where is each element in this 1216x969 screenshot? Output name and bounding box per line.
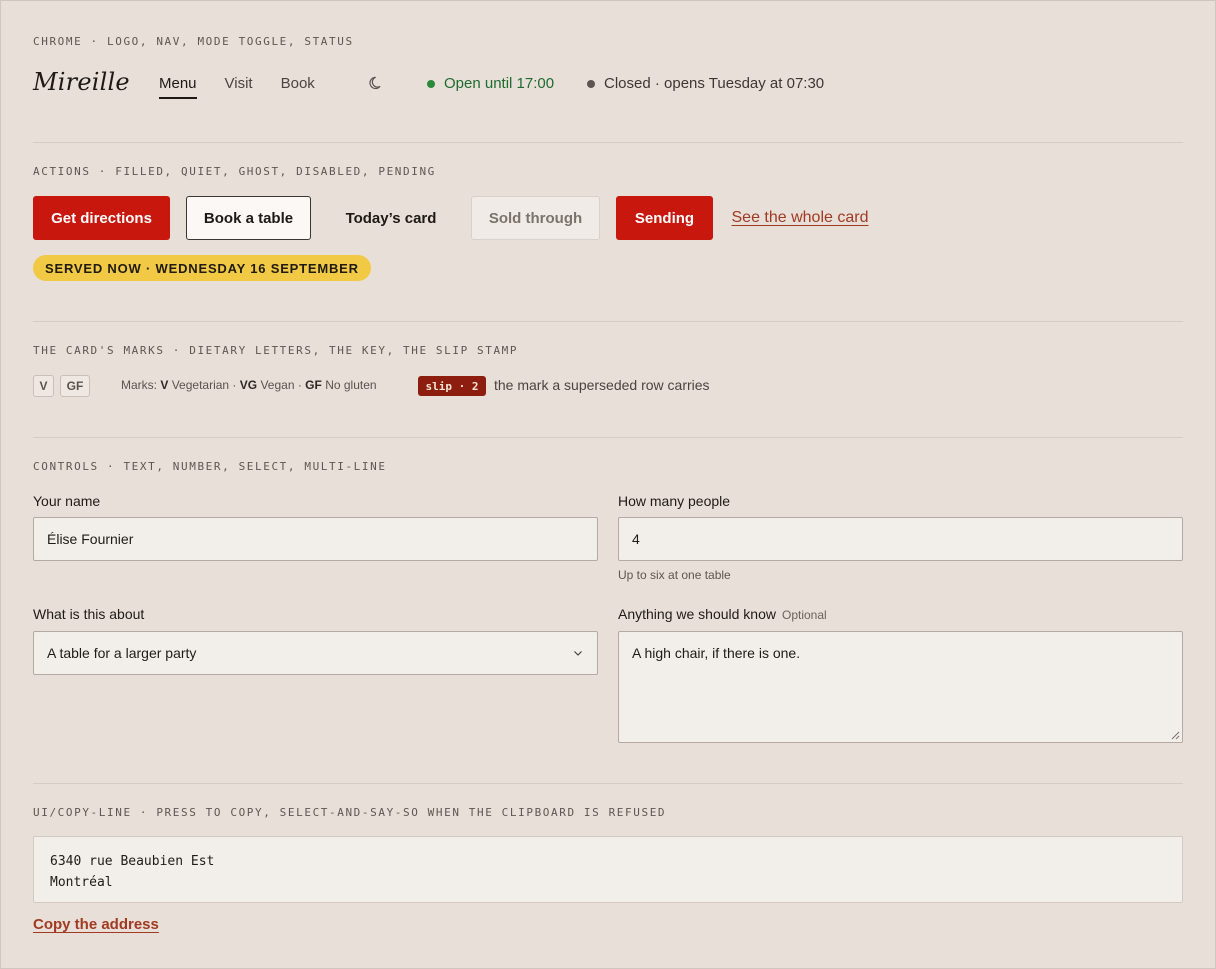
nav-item-book[interactable]: Book <box>281 75 315 99</box>
served-now-badge: SERVED NOW · WEDNESDAY 16 SEPTEMBER <box>33 255 371 281</box>
people-hint: Up to six at one table <box>618 568 731 582</box>
status-closed: Closed · opens Tuesday at 07:30 <box>587 75 824 92</box>
mode-toggle-button[interactable] <box>369 75 385 91</box>
dietary-chip-gf: GF <box>60 375 90 397</box>
copy-address-button[interactable]: Copy the address <box>33 916 159 933</box>
resize-grip-icon[interactable] <box>1171 731 1180 740</box>
marks-key-code: VG <box>239 378 258 392</box>
address-line: 6340 rue Beaubien Est <box>50 854 215 869</box>
dietary-chip-v: V <box>33 375 54 397</box>
main-nav: Menu Visit Book <box>159 75 315 99</box>
name-input[interactable]: Élise Fournier <box>33 517 598 561</box>
get-directions-button[interactable]: Get directions <box>33 196 170 240</box>
status-open-text: Open until 17:00 <box>444 75 555 92</box>
marks-key-code: GF <box>305 378 322 392</box>
section-label-actions: ACTIONS · FILLED, QUIET, GHOST, DISABLED… <box>33 165 436 178</box>
sending-button[interactable]: Sending <box>616 196 713 240</box>
marks-key-meaning: No gluten <box>325 378 377 392</box>
chevron-down-icon <box>574 651 582 656</box>
status-open-dot <box>427 79 435 88</box>
notes-textarea-value: A high chair, if there is one. <box>632 645 801 661</box>
sold-through-button: Sold through <box>471 196 600 240</box>
name-input-value: Élise Fournier <box>47 531 134 547</box>
divider <box>33 783 1183 784</box>
notes-label-text: Anything we should know <box>618 606 776 622</box>
people-number-input[interactable]: 4 <box>618 517 1183 561</box>
status-closed-dot <box>587 79 595 88</box>
logo[interactable]: Mireille <box>33 68 130 96</box>
address-copy-box[interactable]: 6340 rue Beaubien Est Montréal <box>33 836 1183 903</box>
status-open: Open until 17:00 <box>427 75 554 92</box>
book-a-table-button[interactable]: Book a table <box>186 196 311 240</box>
marks-key-prefix: Marks: <box>121 378 157 392</box>
status-closed-text: Closed · opens Tuesday at 07:30 <box>604 75 825 92</box>
slip-description: the mark a superseded row carries <box>494 377 710 393</box>
nav-item-visit[interactable]: Visit <box>225 75 253 99</box>
topic-select-value: A table for a larger party <box>47 645 197 661</box>
divider <box>33 321 1183 322</box>
nav-item-menu[interactable]: Menu <box>159 75 197 99</box>
address-city: Montréal <box>50 875 113 890</box>
see-whole-card-link[interactable]: See the whole card <box>729 196 871 240</box>
people-input-value: 4 <box>632 531 640 547</box>
notes-textarea[interactable]: A high chair, if there is one. <box>618 631 1183 743</box>
divider <box>33 437 1183 438</box>
marks-key: Marks: V Vegetarian · VG Vegan · GF No g… <box>121 378 377 392</box>
marks-key-code: V <box>160 378 169 392</box>
name-label: Your name <box>33 493 101 509</box>
section-label-copy-line: UI/COPY-LINE · PRESS TO COPY, SELECT-AND… <box>33 806 667 819</box>
section-label-marks: THE CARD'S MARKS · DIETARY LETTERS, THE … <box>33 344 519 357</box>
topic-select[interactable]: A table for a larger party <box>33 631 598 675</box>
topic-label: What is this about <box>33 606 145 622</box>
marks-key-meaning: Vegan <box>260 378 295 392</box>
todays-card-button[interactable]: Today’s card <box>327 196 455 240</box>
page-frame <box>0 0 1216 969</box>
people-label: How many people <box>618 493 731 509</box>
marks-key-meaning: Vegetarian <box>171 378 230 392</box>
section-label-controls: CONTROLS · TEXT, NUMBER, SELECT, MULTI-L… <box>33 460 387 473</box>
section-label-chrome: CHROME · LOGO, NAV, MODE TOGGLE, STATUS <box>33 35 354 48</box>
moon-icon <box>369 76 381 90</box>
divider <box>33 142 1183 143</box>
optional-tag: Optional <box>782 608 827 622</box>
slip-stamp: slip · 2 <box>418 376 486 396</box>
notes-label: Anything we should know Optional <box>618 606 827 622</box>
